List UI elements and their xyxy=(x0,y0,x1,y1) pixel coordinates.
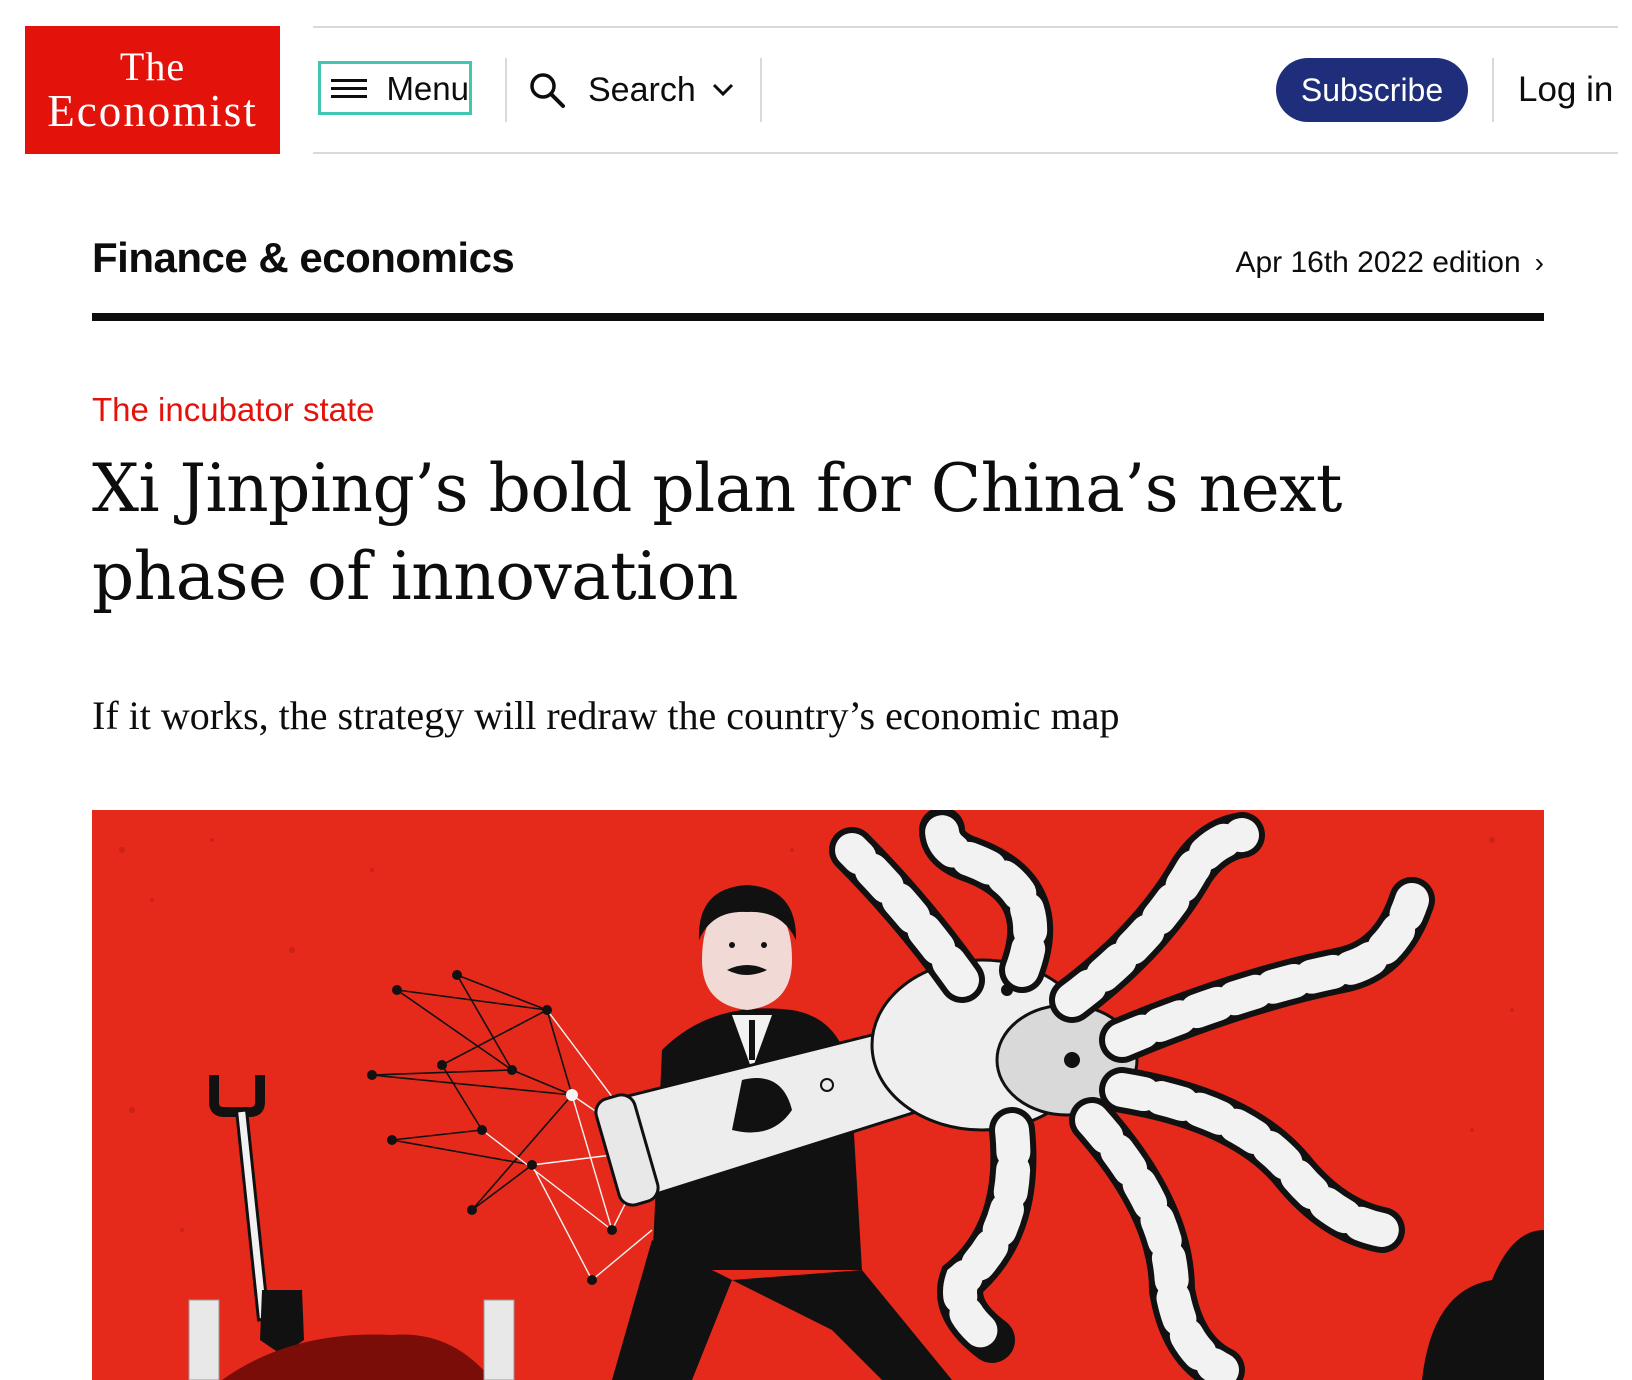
economist-logo[interactable]: The Economist xyxy=(25,26,280,154)
login-link[interactable]: Log in xyxy=(1518,64,1613,116)
shovel-icon xyxy=(209,1075,304,1355)
article-standfirst: If it works, the strategy will redraw th… xyxy=(92,693,1120,738)
nav-top-divider xyxy=(313,26,1618,28)
subscribe-button[interactable]: Subscribe xyxy=(1276,58,1468,122)
section-divider xyxy=(92,313,1544,321)
chevron-down-icon xyxy=(712,83,733,97)
dark-silhouette xyxy=(1422,1230,1544,1380)
network-nodes xyxy=(367,970,617,1285)
hamburger-icon xyxy=(331,77,367,99)
nav-separator xyxy=(1492,58,1494,122)
article-illustration xyxy=(92,810,1544,1380)
article-rubric: The incubator state xyxy=(92,391,375,428)
illustration-artwork xyxy=(119,810,1544,1380)
logo-line-economist: Economist xyxy=(47,85,258,136)
nav-separator xyxy=(760,58,762,122)
logo-line-the: The xyxy=(119,43,186,89)
nav-separator xyxy=(505,58,507,122)
nav-bottom-divider xyxy=(313,152,1618,154)
network-lines xyxy=(371,974,573,1211)
edition-label: Apr 16th 2022 edition xyxy=(1235,246,1521,279)
article-headline: Xi Jinping’s bold plan for China’s next … xyxy=(92,450,1342,615)
search-button[interactable]: Search xyxy=(528,64,734,116)
section-link[interactable]: Finance & economics xyxy=(92,233,515,283)
search-label: Search xyxy=(588,71,696,109)
edition-link[interactable]: Apr 16th 2022 edition › xyxy=(1235,245,1544,281)
menu-button[interactable]: Menu xyxy=(318,61,472,115)
chevron-right-icon: › xyxy=(1534,247,1544,279)
page: The Economist Menu Search Subscribe Log … xyxy=(0,0,1632,1380)
menu-label: Menu xyxy=(386,69,469,107)
search-icon xyxy=(530,73,565,108)
